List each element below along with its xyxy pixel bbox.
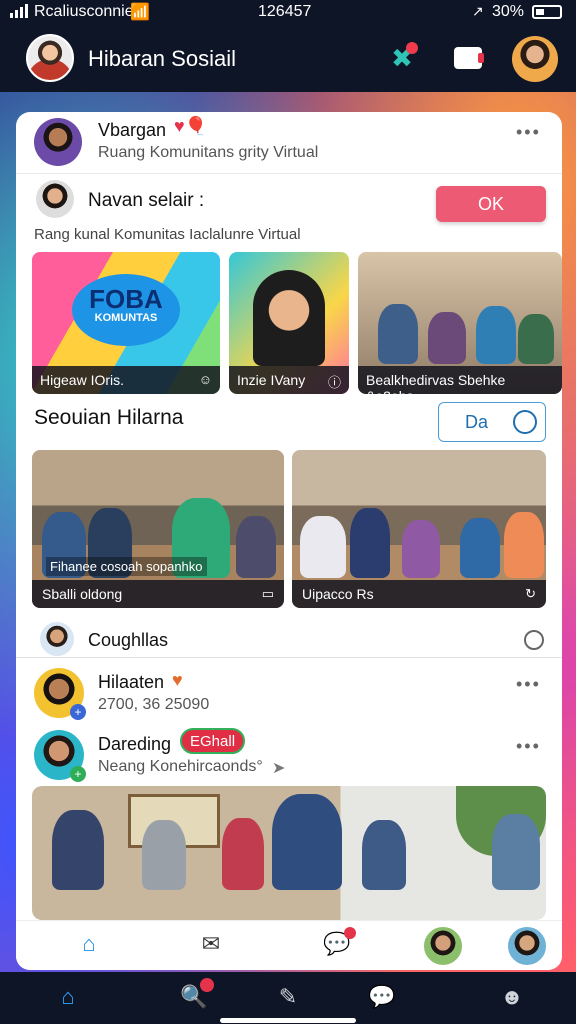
messages-icon[interactable]: 💬 (368, 984, 396, 1012)
photo-overlay-text: Fihanee cosoah sopanhko (46, 557, 207, 576)
feed-item-subtitle: Neang Konehircaonds° (98, 758, 263, 775)
post-author-name[interactable]: Vbargan (98, 120, 166, 141)
bottom-navigation: ⌂ 🔍 ✎ 💬 ☻ (0, 972, 576, 1024)
status-time: 126457 (258, 3, 312, 20)
add-badge-icon: + (70, 704, 86, 720)
community-logo: FOBA KOMUNTAS (72, 274, 180, 346)
person-figure (52, 810, 104, 890)
thumbnail-card[interactable]: Inzie IVany ⓘ (229, 252, 349, 394)
ok-button[interactable]: OK (436, 186, 546, 222)
battery-percent: 30% (492, 3, 525, 20)
group-member-avatar[interactable] (36, 180, 74, 218)
app-header: Hibaran Sosiail ✖ (0, 26, 576, 92)
gallery-icon: ▭ (261, 586, 274, 601)
post-subtitle: Ruang Komunitans grity Virtual (98, 144, 319, 161)
friend-avatar[interactable] (506, 925, 548, 967)
group-member-name: Navan selair : (88, 190, 205, 211)
group-row: Navan selair : OK Rang kunal Komunitas I… (16, 174, 562, 250)
section-title: Seouian Hilarna (34, 406, 184, 429)
feed-item-subtitle: 2700, 36 25090 (98, 696, 210, 713)
home-icon[interactable]: ⌂ (74, 931, 104, 961)
person-figure (460, 518, 500, 578)
more-options-icon[interactable]: ••• (516, 122, 541, 143)
smile-icon: ☺ (198, 372, 212, 387)
person-figure (402, 520, 440, 578)
person-figure (272, 794, 342, 890)
photo-caption: Uipacco Rs ↻ (292, 580, 546, 608)
video-camera-icon[interactable] (450, 40, 486, 76)
feed-item[interactable]: + Hilaaten ♥ 2700, 36 25090 ••• (16, 664, 562, 724)
post-header: Vbargan ♥🎈 Ruang Komunitans grity Virtua… (16, 112, 562, 174)
person-figure (236, 516, 276, 578)
info-icon: ⓘ (327, 375, 341, 390)
section-button-label: Da (465, 412, 489, 432)
feed-card: Vbargan ♥🎈 Ruang Komunitans grity Virtua… (16, 112, 562, 970)
search-icon[interactable]: 🔍 (180, 978, 214, 1012)
photo-card[interactable]: Uipacco Rs ↻ (292, 450, 546, 608)
user-icon[interactable]: ☻ (498, 984, 526, 1012)
person-portrait (253, 270, 325, 366)
location-icon: ↗ (472, 3, 484, 19)
edit-icon[interactable]: ✎ (274, 984, 302, 1012)
status-bar: Rcaliusconnie 📶 126457 ↗ 30% (0, 0, 576, 26)
comment-label: Coughllas (88, 630, 169, 650)
clock-icon (513, 410, 537, 434)
friend-avatar[interactable] (422, 925, 464, 967)
thumbnail-caption: Bealkhedirvas Sbehke &e2ebs (358, 366, 562, 394)
notification-dot (406, 42, 418, 54)
refresh-icon[interactable] (524, 630, 544, 650)
profile-avatar[interactable] (512, 36, 558, 82)
thumbnail-caption: Inzie IVany ⓘ (229, 366, 349, 394)
my-avatar[interactable] (26, 34, 74, 82)
person-figure (350, 508, 390, 578)
message-icon[interactable]: ✉ (196, 931, 226, 961)
thumbnail-card[interactable]: Bealkhedirvas Sbehke &e2ebs (358, 252, 562, 394)
person-figure (378, 304, 418, 364)
person-figure (300, 516, 346, 578)
add-badge-icon: + (70, 766, 86, 782)
comment-row[interactable]: Coughllas (16, 622, 562, 658)
share-icon: ↻ (525, 586, 536, 601)
person-figure (222, 818, 264, 890)
person-figure (492, 814, 540, 890)
group-photo[interactable] (32, 786, 546, 920)
more-options-icon[interactable]: ••• (516, 674, 541, 695)
photo-card[interactable]: Fihanee cosoah sopanhko Sballi oldong ▭ (32, 450, 284, 608)
feed-item-name: Hilaaten (98, 672, 165, 692)
battery-icon (532, 5, 562, 19)
more-options-icon[interactable]: ••• (516, 736, 541, 757)
card-tab-bar: ⌂ ✉ 💬 (16, 920, 562, 970)
thumbnail-caption: Higeaw IOris. ☺ (32, 366, 220, 394)
person-figure (518, 314, 554, 364)
feed-item[interactable]: + Dareding EGhall Neang Konehircaonds° ➤… (16, 726, 562, 786)
carrier-name: Rcaliusconnie (34, 3, 134, 20)
heart-icon: ♥ (172, 670, 183, 690)
heart-icon: ♥🎈 (174, 116, 208, 136)
person-figure (504, 512, 544, 578)
explore-icon[interactable]: ✖ (384, 40, 420, 76)
thumbnail-strip: FOBA KOMUNTAS Higeaw IOris. ☺ Inzie IVany… (32, 252, 562, 394)
notification-dot (200, 978, 214, 992)
person-figure (362, 820, 406, 890)
send-icon[interactable]: ➤ (272, 758, 285, 778)
thumbnail-card[interactable]: FOBA KOMUNTAS Higeaw IOris. ☺ (32, 252, 220, 394)
section-action-button[interactable]: Da (438, 402, 546, 442)
status-badge: EGhall (180, 728, 246, 754)
person-figure (428, 312, 466, 364)
feed-item-name: Dareding (98, 734, 172, 754)
notification-dot (344, 927, 356, 939)
commenter-avatar (40, 622, 74, 656)
home-icon[interactable]: ⌂ (54, 984, 82, 1012)
group-subtitle: Rang kunal Komunitas Iaclalunre Virtual (34, 226, 301, 243)
photo-caption: Sballi oldong ▭ (32, 580, 284, 608)
chat-bubble-icon[interactable]: 💬 (322, 927, 356, 961)
signal-icon (10, 4, 28, 18)
person-figure (142, 820, 186, 890)
app-title: Hibaran Sosiail (88, 46, 236, 71)
post-author-avatar[interactable] (34, 118, 82, 166)
person-figure (476, 306, 516, 364)
home-indicator (220, 1018, 356, 1023)
wifi-icon: 📶 (130, 4, 150, 21)
